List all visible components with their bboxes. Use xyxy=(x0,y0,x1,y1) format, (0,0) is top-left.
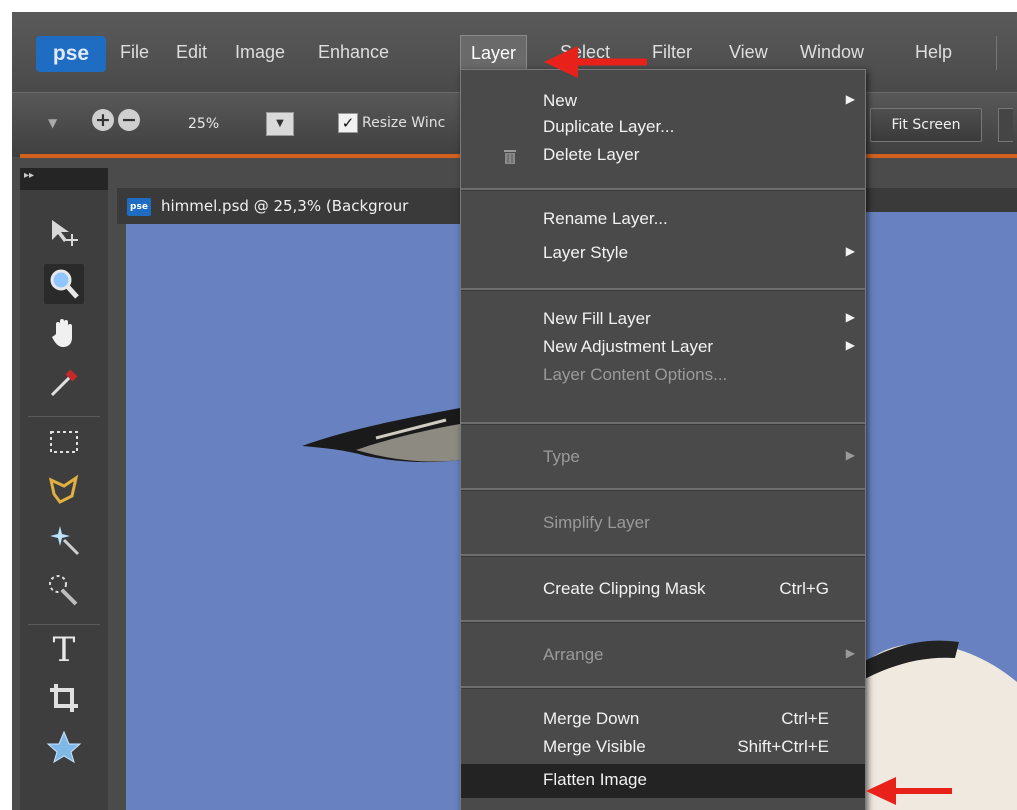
image-canvas-right xyxy=(859,212,1017,810)
menu-separator xyxy=(461,686,865,689)
submenu-arrow-icon: ▶ xyxy=(845,646,855,660)
menu-window[interactable]: Window xyxy=(800,42,864,63)
menu-filter[interactable]: Filter xyxy=(652,42,692,63)
trash-icon xyxy=(504,150,516,164)
menu-item-new[interactable]: New ▶ xyxy=(461,88,865,116)
layer-menu-dropdown: New ▶ Duplicate Layer... Delete Layer Ren… xyxy=(460,69,866,810)
quick-selection-tool-icon[interactable] xyxy=(44,570,84,610)
marquee-tool-icon[interactable] xyxy=(44,422,84,462)
menu-item-new-adjustment-layer[interactable]: New Adjustment Layer ▶ xyxy=(461,334,865,362)
menu-separator xyxy=(461,620,865,623)
menu-file[interactable]: File xyxy=(120,42,149,63)
hand-tool-icon[interactable] xyxy=(44,312,84,352)
type-tool-icon[interactable]: T xyxy=(44,630,84,670)
toolbox-header: ▸▸ xyxy=(20,168,108,190)
app-logo: pse xyxy=(36,36,106,72)
zoom-dropdown-button[interactable]: ▼ xyxy=(266,112,294,136)
document-title: himmel.psd @ 25,3% (Backgrour xyxy=(161,197,409,215)
zoom-out-button[interactable]: − xyxy=(118,109,140,131)
crop-tool-icon[interactable] xyxy=(44,678,84,718)
document-tab[interactable]: pse himmel.psd @ 25,3% (Backgrour xyxy=(117,188,472,224)
submenu-arrow-icon: ▶ xyxy=(845,310,855,324)
menu-item-arrange: Arrange ▶ xyxy=(543,645,855,664)
tool-preset-dropdown-icon[interactable]: ▼ xyxy=(48,116,57,130)
shortcut-label: Ctrl+E xyxy=(781,709,829,728)
zoom-in-button[interactable]: + xyxy=(92,109,114,131)
menu-separator xyxy=(461,488,865,491)
next-option-button[interactable] xyxy=(998,108,1013,142)
menu-separator xyxy=(461,554,865,557)
expand-icon[interactable]: ▸▸ xyxy=(24,170,34,181)
annotation-arrow-icon xyxy=(544,46,647,78)
fit-screen-button[interactable]: Fit Screen xyxy=(870,108,982,142)
resize-windows-checkbox[interactable]: ✓ xyxy=(338,113,358,133)
annotation-arrow-icon xyxy=(866,777,952,805)
menu-item-merge-down[interactable]: Merge Down Ctrl+E xyxy=(461,706,865,734)
menu-item-create-clipping-mask[interactable]: Create Clipping Mask Ctrl+G xyxy=(461,576,865,604)
submenu-arrow-icon: ▶ xyxy=(845,338,855,352)
menu-help[interactable]: Help xyxy=(915,42,952,63)
menu-separator xyxy=(461,422,865,425)
bird-body-image xyxy=(859,640,1017,810)
shortcut-label: Ctrl+G xyxy=(779,579,829,598)
menu-image[interactable]: Image xyxy=(235,42,285,63)
resize-windows-label: Resize Winc xyxy=(362,115,446,131)
menu-item-rename-layer[interactable]: Rename Layer... xyxy=(461,206,865,234)
menu-item-duplicate-layer[interactable]: Duplicate Layer... xyxy=(461,114,865,142)
menu-separator xyxy=(461,288,865,291)
application-window: pse File Edit Image Enhance Layer Select… xyxy=(12,12,1017,810)
toolbox: ▸▸ T xyxy=(20,168,108,810)
menu-item-merge-visible[interactable]: Merge Visible Shift+Ctrl+E xyxy=(461,734,865,762)
magic-wand-tool-icon[interactable] xyxy=(44,520,84,560)
menu-separator xyxy=(996,36,997,70)
menu-layer[interactable]: Layer xyxy=(460,35,528,71)
submenu-arrow-icon: ▶ xyxy=(845,92,855,106)
menu-item-new-fill-layer[interactable]: New Fill Layer ▶ xyxy=(461,306,865,334)
menu-edit[interactable]: Edit xyxy=(176,42,207,63)
shape-tool-icon[interactable] xyxy=(44,726,84,766)
menu-item-layer-content-options: Layer Content Options... xyxy=(543,365,728,384)
zoom-tool-icon[interactable] xyxy=(44,264,84,304)
tool-divider xyxy=(28,416,100,417)
menu-item-type: Type ▶ xyxy=(543,447,855,466)
zoom-value-field[interactable]: 25% xyxy=(188,116,219,132)
menu-item-flatten-image[interactable]: Flatten Image xyxy=(461,764,865,798)
eyedropper-tool-icon[interactable] xyxy=(44,362,84,402)
menu-enhance[interactable]: Enhance xyxy=(318,42,389,63)
menu-separator xyxy=(461,188,865,191)
tool-divider xyxy=(28,624,100,625)
menu-item-delete-layer[interactable]: Delete Layer xyxy=(461,142,865,170)
shortcut-label: Shift+Ctrl+E xyxy=(737,737,829,756)
move-tool-icon[interactable] xyxy=(44,212,84,252)
menu-item-simplify-layer: Simplify Layer xyxy=(543,513,650,532)
document-icon: pse xyxy=(127,198,151,216)
menu-item-layer-style[interactable]: Layer Style ▶ xyxy=(461,240,865,268)
submenu-arrow-icon: ▶ xyxy=(845,448,855,462)
lasso-tool-icon[interactable] xyxy=(44,470,84,510)
menu-view[interactable]: View xyxy=(729,42,768,63)
document-tab-bar xyxy=(859,188,1017,212)
submenu-arrow-icon: ▶ xyxy=(845,244,855,258)
